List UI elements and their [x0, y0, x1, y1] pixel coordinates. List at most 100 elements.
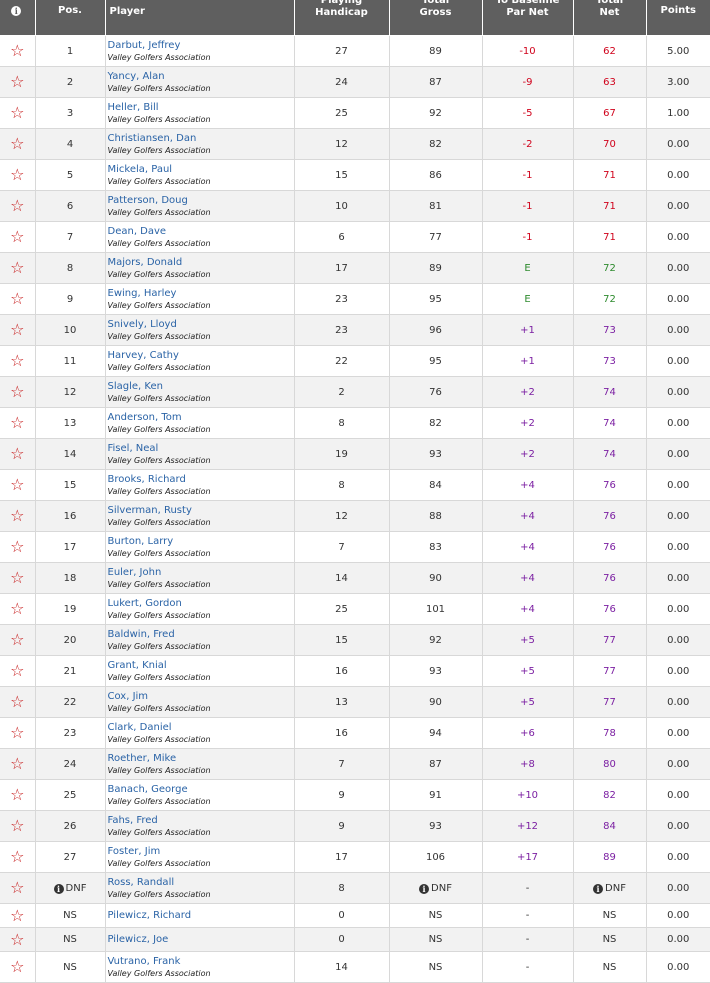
net-column-header[interactable]: Total Net [573, 0, 647, 36]
favorite-cell[interactable]: ☆ [0, 927, 36, 952]
info-circle-icon[interactable]: i [11, 6, 22, 16]
handicap-column-header[interactable]: Playing Handicap [294, 0, 390, 36]
table-row[interactable]: ☆ 16 Silverman, Rusty Valley Golfers Associ… [0, 500, 710, 532]
favorite-cell[interactable]: ☆ [0, 221, 36, 253]
star-outline-icon[interactable]: ☆ [10, 41, 24, 60]
table-row[interactable]: ☆ 27 Foster, Jim Valley Golfers Association… [0, 841, 710, 873]
player-name-link[interactable]: Lukert, Gordon [108, 598, 294, 610]
star-outline-icon[interactable]: ☆ [10, 847, 24, 866]
info-circle-icon[interactable]: i [53, 883, 64, 894]
table-row[interactable]: ☆ 9 Ewing, Harley Valley Golfers Associatio… [0, 283, 710, 315]
table-row[interactable]: ☆ 12 Slagle, Ken Valley Golfers Association… [0, 376, 710, 408]
favorite-cell[interactable]: ☆ [0, 841, 36, 873]
player-name-link[interactable]: Vutrano, Frank [108, 956, 294, 968]
star-outline-icon[interactable]: ☆ [10, 816, 24, 835]
table-row[interactable]: ☆ 3 Heller, Bill Valley Golfers Association… [0, 97, 710, 129]
table-row[interactable]: ☆ 17 Burton, Larry Valley Golfers Associati… [0, 531, 710, 563]
favorite-cell[interactable]: ☆ [0, 252, 36, 284]
favorite-cell[interactable]: ☆ [0, 872, 36, 904]
star-outline-icon[interactable]: ☆ [10, 599, 24, 618]
favorite-cell[interactable]: ☆ [0, 376, 36, 408]
table-row[interactable]: ☆ 14 Fisel, Neal Valley Golfers Association… [0, 438, 710, 470]
player-name-link[interactable]: Clark, Daniel [108, 722, 294, 734]
table-row[interactable]: ☆ 5 Mickela, Paul Valley Golfers Associatio… [0, 159, 710, 191]
favorite-cell[interactable]: ☆ [0, 35, 36, 67]
star-outline-icon[interactable]: ☆ [10, 72, 24, 91]
table-row[interactable]: ☆ i DNF Ross, Randall Valley Golfers Associa… [0, 872, 710, 904]
player-name-link[interactable]: Roether, Mike [108, 753, 294, 765]
player-name-link[interactable]: Grant, Knial [108, 660, 294, 672]
player-name-link[interactable]: Mickela, Paul [108, 164, 294, 176]
favorite-cell[interactable]: ☆ [0, 128, 36, 160]
player-name-link[interactable]: Fahs, Fred [108, 815, 294, 827]
gross-column-header[interactable]: Total Gross [389, 0, 483, 36]
table-row[interactable]: ☆ 20 Baldwin, Fred Valley Golfers Associati… [0, 624, 710, 656]
favorite-cell[interactable]: ☆ [0, 686, 36, 718]
table-row[interactable]: ☆ NS Pilewicz, Richard 0 NS - NS 0.00 [0, 903, 710, 928]
favorite-cell[interactable]: ☆ [0, 779, 36, 811]
star-outline-icon[interactable]: ☆ [10, 475, 24, 494]
table-row[interactable]: ☆ 11 Harvey, Cathy Valley Golfers Associati… [0, 345, 710, 377]
pos-column-header[interactable]: Pos. [35, 0, 106, 36]
favorite-cell[interactable]: ☆ [0, 531, 36, 563]
star-outline-icon[interactable]: ☆ [10, 785, 24, 804]
table-row[interactable]: ☆ 24 Roether, Mike Valley Golfers Associati… [0, 748, 710, 780]
favorite-cell[interactable]: ☆ [0, 314, 36, 346]
table-row[interactable]: ☆ 8 Majors, Donald Valley Golfers Associati… [0, 252, 710, 284]
player-name-link[interactable]: Baldwin, Fred [108, 629, 294, 641]
info-circle-icon[interactable]: i [419, 883, 430, 894]
star-outline-icon[interactable]: ☆ [10, 258, 24, 277]
star-outline-icon[interactable]: ☆ [10, 289, 24, 308]
favorite-cell[interactable]: ☆ [0, 97, 36, 129]
favorite-cell[interactable]: ☆ [0, 717, 36, 749]
player-name-link[interactable]: Brooks, Richard [108, 474, 294, 486]
favorite-cell[interactable]: ☆ [0, 469, 36, 501]
player-name-link[interactable]: Majors, Donald [108, 257, 294, 269]
star-outline-icon[interactable]: ☆ [10, 537, 24, 556]
player-name-link[interactable]: Dean, Dave [108, 226, 294, 238]
table-row[interactable]: ☆ 10 Snively, Lloyd Valley Golfers Associat… [0, 314, 710, 346]
star-outline-icon[interactable]: ☆ [10, 906, 24, 925]
player-name-link[interactable]: Slagle, Ken [108, 381, 294, 393]
star-outline-icon[interactable]: ☆ [10, 692, 24, 711]
star-outline-icon[interactable]: ☆ [10, 165, 24, 184]
star-outline-icon[interactable]: ☆ [10, 568, 24, 587]
info-circle-icon[interactable]: i [593, 883, 604, 894]
player-name-link[interactable]: Harvey, Cathy [108, 350, 294, 362]
favorite-cell[interactable]: ☆ [0, 624, 36, 656]
favorite-cell[interactable]: ☆ [0, 903, 36, 928]
table-row[interactable]: ☆ 1 Darbut, Jeffrey Valley Golfers Associat… [0, 35, 710, 67]
star-outline-icon[interactable]: ☆ [10, 444, 24, 463]
favorite-cell[interactable]: ☆ [0, 438, 36, 470]
player-name-link[interactable]: Silverman, Rusty [108, 505, 294, 517]
table-row[interactable]: ☆ 26 Fahs, Fred Valley Golfers Association 9… [0, 810, 710, 842]
player-name-link[interactable]: Darbut, Jeffrey [108, 40, 294, 52]
player-name-link[interactable]: Burton, Larry [108, 536, 294, 548]
favorite-cell[interactable]: ☆ [0, 159, 36, 191]
player-name-link[interactable]: Ewing, Harley [108, 288, 294, 300]
star-outline-icon[interactable]: ☆ [10, 630, 24, 649]
favorite-cell[interactable]: ☆ [0, 562, 36, 594]
table-row[interactable]: ☆ 22 Cox, Jim Valley Golfers Association 13 9… [0, 686, 710, 718]
table-row[interactable]: ☆ 2 Yancy, Alan Valley Golfers Association 2… [0, 66, 710, 98]
player-name-link[interactable]: Euler, John [108, 567, 294, 579]
star-outline-icon[interactable]: ☆ [10, 723, 24, 742]
favorite-cell[interactable]: ☆ [0, 951, 36, 983]
player-name-link[interactable]: Pilewicz, Richard [108, 910, 294, 922]
star-outline-icon[interactable]: ☆ [10, 754, 24, 773]
player-name-link[interactable]: Ross, Randall [108, 877, 294, 889]
favorite-cell[interactable]: ☆ [0, 66, 36, 98]
table-row[interactable]: ☆ 21 Grant, Knial Valley Golfers Associatio… [0, 655, 710, 687]
player-name-link[interactable]: Foster, Jim [108, 846, 294, 858]
star-outline-icon[interactable]: ☆ [10, 878, 24, 897]
star-outline-icon[interactable]: ☆ [10, 134, 24, 153]
player-column-header[interactable]: Player [105, 0, 295, 36]
player-name-link[interactable]: Patterson, Doug [108, 195, 294, 207]
star-outline-icon[interactable]: ☆ [10, 196, 24, 215]
player-name-link[interactable]: Heller, Bill [108, 102, 294, 114]
player-name-link[interactable]: Yancy, Alan [108, 71, 294, 83]
player-name-link[interactable]: Snively, Lloyd [108, 319, 294, 331]
player-name-link[interactable]: Banach, George [108, 784, 294, 796]
star-outline-icon[interactable]: ☆ [10, 351, 24, 370]
table-row[interactable]: ☆ 6 Patterson, Doug Valley Golfers Associat… [0, 190, 710, 222]
